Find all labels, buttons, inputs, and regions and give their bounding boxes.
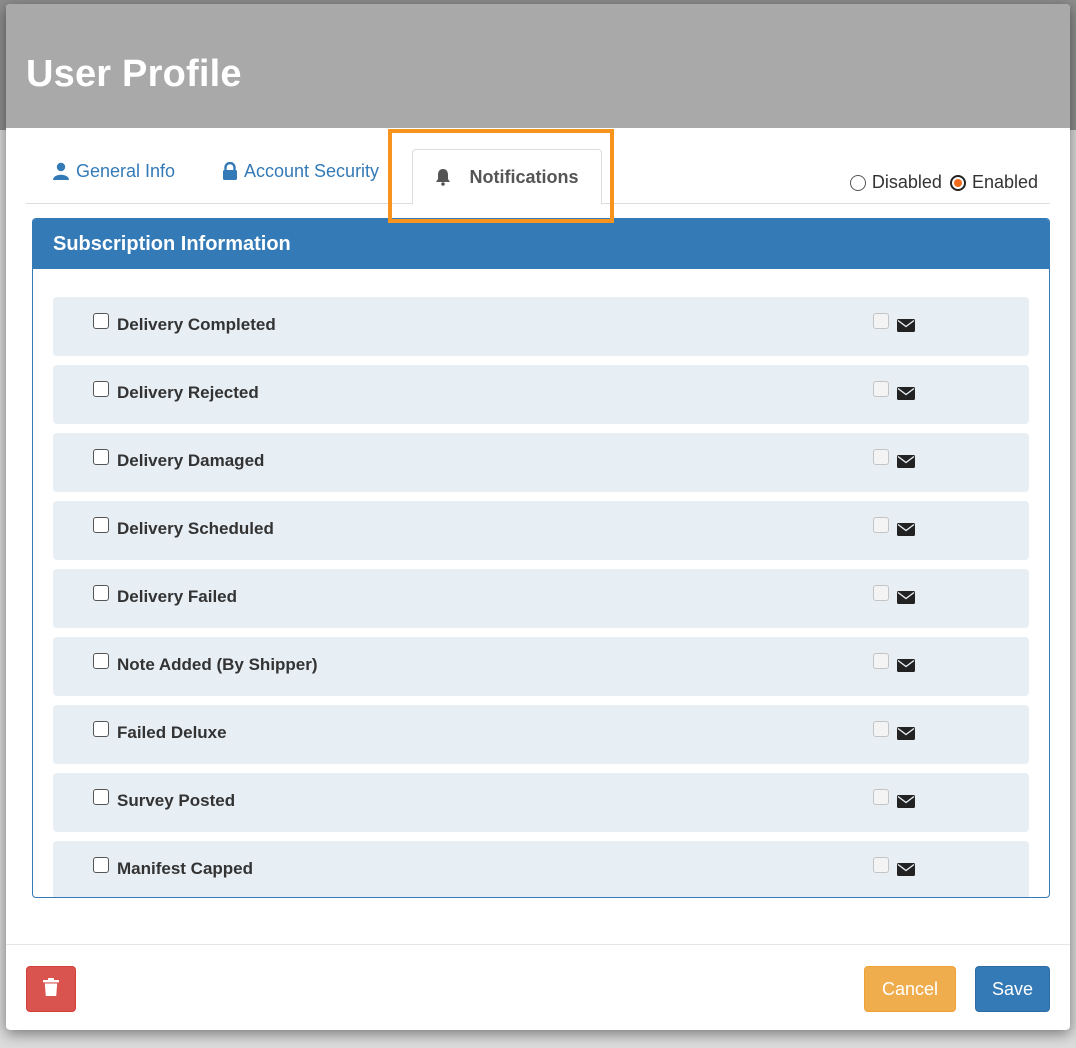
subscription-label: Manifest Capped bbox=[117, 859, 254, 878]
panel-heading: Subscription Information bbox=[33, 219, 1049, 269]
envelope-icon bbox=[897, 317, 915, 337]
envelope-icon bbox=[897, 725, 915, 745]
subscription-label: Failed Deluxe bbox=[117, 723, 227, 742]
subscription-row-manifest-capped: Manifest Capped bbox=[53, 841, 1029, 897]
enabled-label: Enabled bbox=[971, 172, 1038, 192]
tab-general-info[interactable]: General Info bbox=[52, 150, 175, 192]
subscribe-checkbox[interactable] bbox=[93, 313, 109, 329]
user-icon bbox=[52, 162, 70, 180]
subscribe-checkbox[interactable] bbox=[93, 653, 109, 669]
subscription-panel: Subscription Information Delivery Comple… bbox=[32, 218, 1050, 898]
email-checkbox[interactable] bbox=[873, 381, 889, 397]
modal-footer: Cancel Save bbox=[6, 944, 1070, 1030]
tab-account-security[interactable]: Account Security bbox=[222, 150, 379, 192]
subscription-label: Survey Posted bbox=[117, 791, 236, 810]
save-button[interactable]: Save bbox=[975, 966, 1050, 1012]
subscription-label: Delivery Failed bbox=[117, 587, 238, 606]
subscription-row-note-added: Note Added (By Shipper) bbox=[53, 637, 1029, 696]
subscribe-checkbox[interactable] bbox=[93, 381, 109, 397]
delete-button[interactable] bbox=[26, 966, 76, 1012]
tab-bar: General Info Account Security Notificati… bbox=[26, 128, 1050, 205]
tab-general-info-label: General Info bbox=[76, 160, 176, 181]
subscription-row-delivery-rejected: Delivery Rejected bbox=[53, 365, 1029, 424]
subscription-row-delivery-failed: Delivery Failed bbox=[53, 569, 1029, 628]
envelope-icon bbox=[897, 657, 915, 677]
subscription-row-failed-deluxe: Failed Deluxe bbox=[53, 705, 1029, 764]
tab-notifications[interactable]: Notifications bbox=[412, 149, 602, 205]
envelope-icon bbox=[897, 521, 915, 541]
disabled-option[interactable]: Disabled bbox=[849, 172, 942, 193]
email-checkbox[interactable] bbox=[873, 721, 889, 737]
subscription-label: Note Added (By Shipper) bbox=[117, 655, 318, 674]
tab-notifications-label: Notifications bbox=[469, 166, 579, 187]
email-checkbox[interactable] bbox=[873, 857, 889, 873]
subscription-row-delivery-damaged: Delivery Damaged bbox=[53, 433, 1029, 492]
trash-icon bbox=[43, 977, 59, 1001]
envelope-icon bbox=[897, 589, 915, 609]
modal-header: User Profile bbox=[6, 4, 1070, 128]
email-checkbox[interactable] bbox=[873, 449, 889, 465]
modal-title: User Profile bbox=[26, 52, 242, 95]
subscribe-checkbox[interactable] bbox=[93, 789, 109, 805]
enabled-radio[interactable] bbox=[949, 174, 966, 191]
envelope-icon bbox=[897, 793, 915, 813]
envelope-icon bbox=[897, 861, 915, 881]
subscription-label: Delivery Rejected bbox=[117, 383, 259, 402]
email-checkbox[interactable] bbox=[873, 653, 889, 669]
email-checkbox[interactable] bbox=[873, 517, 889, 533]
subscription-label: Delivery Completed bbox=[117, 315, 276, 334]
bell-icon bbox=[435, 168, 451, 186]
subscribe-checkbox[interactable] bbox=[93, 857, 109, 873]
subscription-list[interactable]: Delivery Completed Delivery Rejected Del… bbox=[33, 269, 1049, 897]
subscribe-checkbox[interactable] bbox=[93, 449, 109, 465]
email-checkbox[interactable] bbox=[873, 313, 889, 329]
email-checkbox[interactable] bbox=[873, 585, 889, 601]
disabled-label: Disabled bbox=[871, 172, 942, 192]
envelope-icon bbox=[897, 385, 915, 405]
user-profile-modal: User Profile General Info Account Securi… bbox=[6, 4, 1070, 1030]
subscription-row-survey-posted: Survey Posted bbox=[53, 773, 1029, 832]
email-checkbox[interactable] bbox=[873, 789, 889, 805]
notification-status-toggle: Disabled Enabled bbox=[842, 172, 1038, 193]
subscription-row-delivery-scheduled: Delivery Scheduled bbox=[53, 501, 1029, 560]
subscribe-checkbox[interactable] bbox=[93, 517, 109, 533]
subscription-label: Delivery Scheduled bbox=[117, 519, 274, 538]
subscribe-checkbox[interactable] bbox=[93, 585, 109, 601]
subscription-label: Delivery Damaged bbox=[117, 451, 265, 470]
disabled-radio[interactable] bbox=[849, 174, 866, 191]
enabled-option[interactable]: Enabled bbox=[949, 172, 1038, 193]
cancel-button[interactable]: Cancel bbox=[864, 966, 956, 1012]
tab-account-security-label: Account Security bbox=[244, 160, 380, 181]
lock-icon bbox=[222, 162, 238, 180]
envelope-icon bbox=[897, 453, 915, 473]
subscribe-checkbox[interactable] bbox=[93, 721, 109, 737]
background-page-bottom bbox=[0, 1030, 1076, 1048]
subscription-row-delivery-completed: Delivery Completed bbox=[53, 297, 1029, 356]
